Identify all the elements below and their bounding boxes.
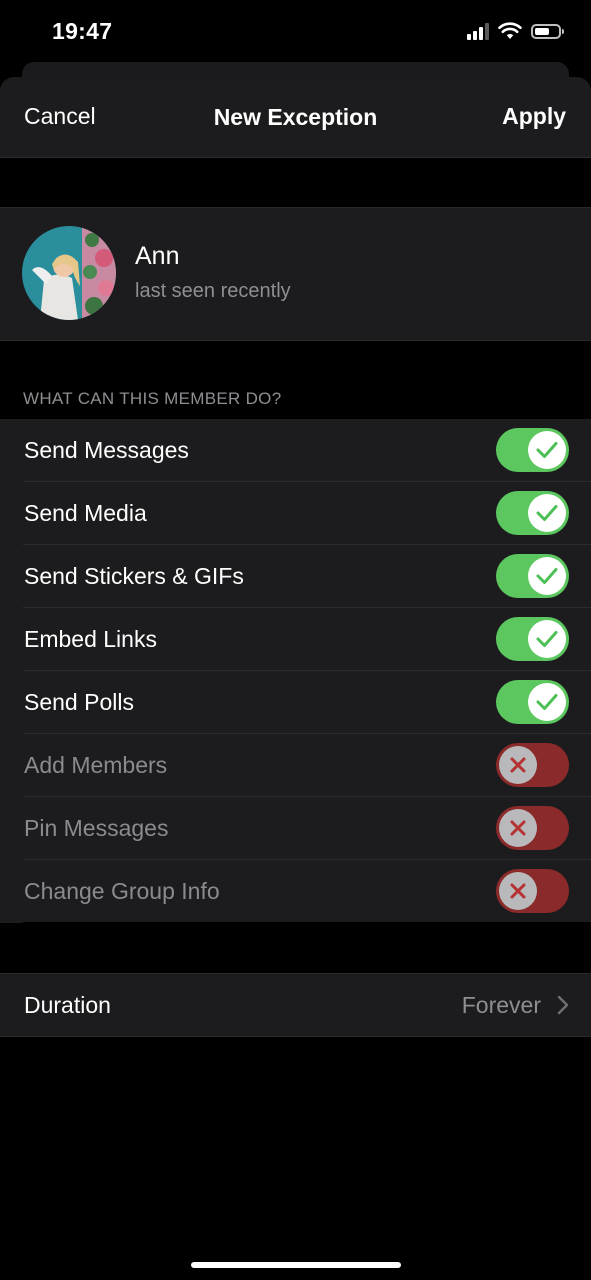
permission-toggle[interactable] <box>496 428 569 472</box>
permission-row: Send Polls <box>0 671 591 734</box>
section-header: WHAT CAN THIS MEMBER DO? <box>23 389 282 408</box>
toggle-knob <box>528 557 566 595</box>
toggle-knob <box>499 746 537 784</box>
toggle-knob <box>528 431 566 469</box>
avatar-photo-icon <box>22 226 116 320</box>
permission-label: Send Media <box>24 500 147 526</box>
permission-label: Change Group Info <box>24 878 220 904</box>
check-icon <box>536 568 558 584</box>
permission-label: Embed Links <box>24 626 157 652</box>
user-status: last seen recently <box>135 280 291 302</box>
cross-icon <box>510 883 526 899</box>
permission-toggle[interactable] <box>496 869 569 913</box>
user-card[interactable]: Ann last seen recently <box>0 207 591 341</box>
permission-row: Add Members <box>0 734 591 797</box>
permission-toggle[interactable] <box>496 617 569 661</box>
permission-row: Pin Messages <box>0 797 591 860</box>
avatar <box>22 226 116 320</box>
check-icon <box>536 442 558 458</box>
permission-row: Send Stickers & GIFs <box>0 545 591 608</box>
permission-row: Send Media <box>0 482 591 545</box>
nav-bar: Cancel New Exception Apply <box>0 77 591 158</box>
cross-icon <box>510 820 526 836</box>
permission-toggle[interactable] <box>496 806 569 850</box>
duration-label: Duration <box>24 992 111 1018</box>
permission-row: Change Group Info <box>0 860 591 923</box>
permission-row: Embed Links <box>0 608 591 671</box>
permission-label: Send Stickers & GIFs <box>24 563 244 589</box>
duration-value: Forever <box>461 992 541 1018</box>
permission-row: Send Messages <box>0 419 591 482</box>
cross-icon <box>510 757 526 773</box>
check-icon <box>536 694 558 710</box>
permission-toggle[interactable] <box>496 680 569 724</box>
permission-label: Pin Messages <box>24 815 169 841</box>
cellular-signal-icon <box>467 22 489 40</box>
chevron-right-icon <box>557 995 569 1015</box>
duration-row[interactable]: Duration Forever <box>0 973 591 1037</box>
check-icon <box>536 505 558 521</box>
user-name: Ann <box>135 242 180 270</box>
status-icons <box>467 22 564 40</box>
permission-toggle[interactable] <box>496 743 569 787</box>
battery-icon <box>531 23 564 39</box>
permission-label: Send Messages <box>24 437 189 463</box>
permission-toggle[interactable] <box>496 491 569 535</box>
toggle-knob <box>528 683 566 721</box>
permission-label: Send Polls <box>24 689 134 715</box>
status-time: 19:47 <box>52 18 113 44</box>
home-indicator[interactable] <box>191 1262 401 1268</box>
wifi-icon <box>498 22 522 39</box>
permission-toggle[interactable] <box>496 554 569 598</box>
permissions-list: Send Messages Send Media Send Stickers & G… <box>0 419 591 923</box>
status-bar: 19:47 <box>0 0 591 64</box>
toggle-knob <box>528 494 566 532</box>
toggle-knob <box>499 809 537 847</box>
check-icon <box>536 631 558 647</box>
apply-button[interactable]: Apply <box>502 103 566 130</box>
permission-label: Add Members <box>24 752 168 778</box>
toggle-knob <box>499 872 537 910</box>
toggle-knob <box>528 620 566 658</box>
modal-sheet: Cancel New Exception Apply Ann last seen… <box>0 77 591 1280</box>
